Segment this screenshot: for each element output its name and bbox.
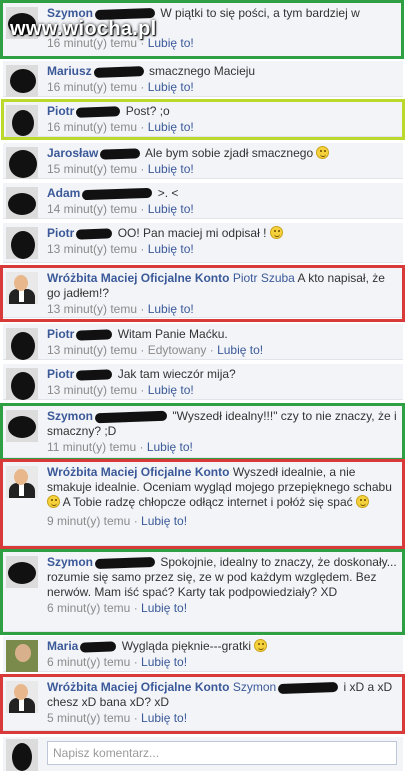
comment-time[interactable]: 16 minut(y) temu <box>47 80 137 94</box>
avatar <box>6 739 38 771</box>
avatar[interactable] <box>6 681 38 713</box>
comment-author[interactable]: Mariusz <box>47 64 92 78</box>
comment-author[interactable]: Piotr <box>47 327 74 341</box>
avatar[interactable] <box>6 227 38 259</box>
comment-author[interactable]: Piotr <box>47 367 74 381</box>
like-link[interactable]: Lubię to! <box>148 162 194 176</box>
comment-time[interactable]: 16 minut(y) temu <box>47 120 137 134</box>
avatar[interactable] <box>6 272 38 304</box>
avatar[interactable] <box>6 147 38 179</box>
edited-label[interactable]: Edytowany <box>148 343 207 357</box>
avatar[interactable] <box>6 368 38 400</box>
comment-time[interactable]: 13 minut(y) temu <box>47 302 137 316</box>
smile-icon <box>269 226 283 239</box>
comment-text: >. < <box>157 186 179 200</box>
comment-text: W piątki to się pości, a tym bardziej w <box>160 6 360 20</box>
comment-thread: Szymon W piątki to się pości, a tym bard… <box>0 0 406 773</box>
comment-author[interactable]: Wróżbita Maciej Oficjalne Konto <box>47 680 229 694</box>
avatar[interactable] <box>6 640 38 672</box>
smile-icon <box>355 495 369 508</box>
comment-text: Witam Panie Maćku. <box>117 327 228 341</box>
comment-input[interactable] <box>47 741 397 765</box>
like-link[interactable]: Lubię to! <box>148 302 194 316</box>
comment-time[interactable]: 13 minut(y) temu <box>47 242 137 256</box>
comment-author[interactable]: Wróżbita Maciej Oficjalne Konto <box>47 465 229 479</box>
comment-author[interactable]: Maria <box>47 639 78 653</box>
like-link[interactable]: Lubię to! <box>217 343 263 357</box>
comment-item: Maria Wygląda pięknie---gratki 6 minut(y… <box>3 636 403 672</box>
comment-composer <box>3 737 403 771</box>
smile-icon <box>254 639 268 652</box>
comment-time[interactable]: 11 minut(y) temu <box>47 440 136 454</box>
comment-item: Piotr Jak tam wieczór mija? 13 minut(y) … <box>3 364 403 400</box>
comment-text: Post? ;o <box>125 104 170 118</box>
comment-item: Wróżbita Maciej Oficjalne Konto Wyszedł … <box>3 462 403 546</box>
avatar[interactable] <box>6 466 38 498</box>
avatar[interactable] <box>6 65 38 97</box>
comment-author[interactable]: Adam <box>47 186 80 200</box>
comment-text: smacznego Macieju <box>149 64 256 78</box>
comment-time[interactable]: 6 minut(y) temu <box>47 655 130 669</box>
comment-author[interactable]: Szymon <box>47 555 93 569</box>
comment-author[interactable]: Szymon <box>47 409 93 423</box>
comment-text: OO! Pan maciej mi odpisał ! <box>117 226 267 240</box>
comment-item: Wróżbita Maciej Oficjalne Konto Piotr Sz… <box>3 268 403 318</box>
comment-text: Wygląda pięknie---gratki <box>121 639 251 653</box>
comment-time[interactable]: 15 minut(y) temu <box>47 162 137 176</box>
comment-item: Adam >. < 14 minut(y) temu · Lubię to! <box>3 183 403 219</box>
like-link[interactable]: Lubię to! <box>148 120 194 134</box>
avatar[interactable] <box>6 410 38 442</box>
like-link[interactable]: Lubię to! <box>148 242 194 256</box>
comment-author[interactable]: Piotr <box>47 226 74 240</box>
comment-item: Wróżbita Maciej Oficjalne Konto Szymon i… <box>3 677 403 731</box>
comment-author[interactable]: Jarosław <box>47 146 98 160</box>
comment-time[interactable]: 6 minut(y) temu <box>47 601 130 615</box>
comment-item: Szymon Spokojnie, idealny to znaczy, że … <box>3 552 403 632</box>
smile-icon <box>47 495 60 508</box>
avatar[interactable] <box>6 105 38 137</box>
comment-author[interactable]: Wróżbita Maciej Oficjalne Konto <box>47 271 229 285</box>
avatar[interactable] <box>6 187 38 219</box>
mention-link[interactable]: Szymon <box>233 680 276 694</box>
comment-time[interactable]: 13 minut(y) temu <box>47 383 137 397</box>
smile-icon <box>316 146 330 159</box>
like-link[interactable]: Lubię to! <box>141 514 187 528</box>
mention-link[interactable]: Piotr Szuba <box>233 271 295 285</box>
like-link[interactable]: Lubię to! <box>147 440 193 454</box>
comment-item: Mariusz smacznego Macieju 16 minut(y) te… <box>3 61 403 97</box>
comment-author[interactable]: Piotr <box>47 104 74 118</box>
comment-item: Piotr Post? ;o 16 minut(y) temu · Lubię … <box>3 101 403 137</box>
comment-time[interactable]: 5 minut(y) temu <box>47 711 130 725</box>
comment-item: Szymon "Wyszedł idealny!!!" czy to nie z… <box>3 406 403 458</box>
comment-item: Piotr OO! Pan maciej mi odpisał ! 13 min… <box>3 223 403 263</box>
avatar[interactable] <box>6 328 38 360</box>
comment-item: Piotr Witam Panie Maćku. 13 minut(y) tem… <box>3 324 403 360</box>
comment-time[interactable]: 13 minut(y) temu <box>47 343 137 357</box>
like-link[interactable]: Lubię to! <box>141 601 187 615</box>
like-link[interactable]: Lubię to! <box>148 80 194 94</box>
avatar[interactable] <box>6 556 38 588</box>
comment-text: A Tobie radzę chłopcze odłącz internet i… <box>62 495 353 509</box>
like-link[interactable]: Lubię to! <box>141 711 187 725</box>
comment-text: Jak tam wieczór mija? <box>117 367 236 381</box>
watermark: www.wiocha.pl <box>10 18 157 40</box>
comment-item: Jarosław Ale bym sobie zjadł smacznego 1… <box>3 143 403 179</box>
like-link[interactable]: Lubię to! <box>148 202 194 216</box>
like-link[interactable]: Lubię to! <box>148 383 194 397</box>
comment-time[interactable]: 9 minut(y) temu <box>47 514 130 528</box>
comment-text: Ale bym sobie zjadł smacznego <box>145 146 314 160</box>
like-link[interactable]: Lubię to! <box>141 655 187 669</box>
comment-time[interactable]: 14 minut(y) temu <box>47 202 137 216</box>
